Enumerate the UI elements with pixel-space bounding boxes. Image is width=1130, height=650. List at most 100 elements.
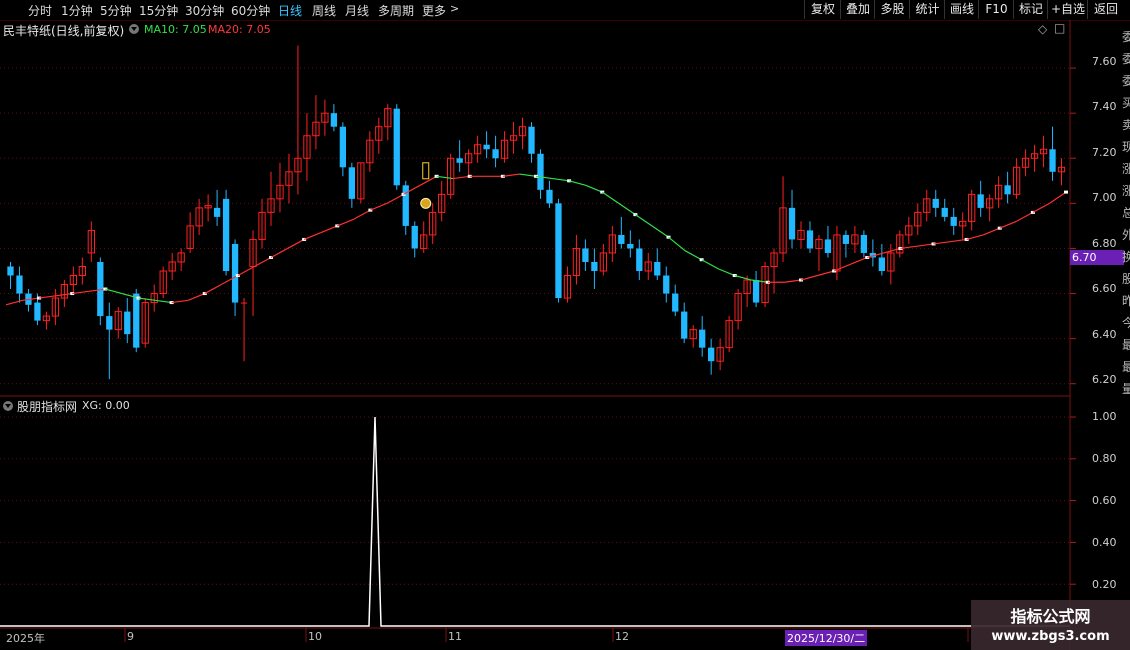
- candle-body: [806, 230, 814, 249]
- candle-body: [950, 216, 957, 226]
- candle-body: [240, 302, 248, 304]
- ma-segment: [287, 238, 305, 249]
- ma-segment: [1032, 202, 1050, 213]
- candle-body: [932, 198, 939, 208]
- signal-box: [422, 162, 430, 180]
- candle-body: [456, 158, 463, 163]
- chart-grid: [0, 20, 1076, 650]
- side-panel-label: 今: [1122, 316, 1130, 330]
- ma-segment: [684, 250, 702, 261]
- ma-segment: [519, 173, 537, 177]
- watermark-url: www.zbgs3.com: [991, 629, 1110, 644]
- candle-body: [34, 302, 41, 321]
- candle-body: [591, 261, 598, 271]
- candle-body: [555, 203, 562, 299]
- ma-segment: [171, 299, 189, 304]
- ma-segment: [784, 279, 802, 283]
- ma-segment: [337, 218, 355, 227]
- candle-body: [231, 243, 239, 303]
- watermark-title: 指标公式网: [1010, 607, 1091, 626]
- ma-segment: [270, 247, 288, 258]
- ma-segment: [187, 292, 205, 301]
- ma-segment: [717, 268, 735, 277]
- candle-body: [106, 316, 113, 330]
- ma-segment: [933, 241, 951, 245]
- candle-body: [393, 108, 400, 186]
- crosshair-date-label: 2025/12/30/二: [785, 630, 868, 646]
- candle-body: [788, 207, 796, 240]
- candle-body: [1049, 149, 1056, 172]
- candle-body: [213, 207, 221, 217]
- ma-segment: [568, 180, 586, 186]
- candle-body: [681, 311, 688, 339]
- candle-body: [627, 243, 634, 249]
- price-tick: 7.40: [1092, 100, 1117, 113]
- candle-body: [654, 261, 661, 276]
- side-panel-label: 现: [1122, 140, 1130, 154]
- price-tick: 6.40: [1092, 328, 1117, 341]
- price-tick: 6.20: [1092, 373, 1117, 386]
- ma-marker: [1064, 190, 1068, 194]
- x-axis-label: 2025年: [6, 632, 45, 645]
- candle-body: [528, 126, 535, 154]
- side-panel-label: 总: [1122, 206, 1130, 220]
- signal-coin-icon: [420, 197, 432, 209]
- candle-body: [977, 194, 984, 208]
- xg-signal-line: [0, 416, 1070, 627]
- indicator-tick: 0.40: [1092, 536, 1117, 549]
- ma-segment: [386, 193, 404, 204]
- indicator-tick: 0.20: [1092, 578, 1117, 591]
- current-price-tag: 6.70: [1070, 250, 1124, 265]
- candle-body: [222, 198, 230, 271]
- ma-segment: [552, 177, 570, 182]
- chevron-down-icon[interactable]: [3, 401, 13, 411]
- side-panel-label: 换: [1122, 250, 1130, 264]
- ma-segment: [353, 209, 371, 220]
- indicator-value: XG: 0.00: [82, 399, 130, 412]
- side-panel-label: 股: [1122, 272, 1130, 286]
- x-axis-label: 11: [448, 630, 462, 643]
- candle-body: [492, 149, 499, 159]
- ma-segment: [618, 202, 636, 216]
- ma-segment: [800, 274, 818, 281]
- side-panel-label: 最: [1122, 360, 1130, 374]
- ma-segment: [370, 202, 388, 211]
- side-panel-label: 委: [1122, 52, 1130, 66]
- ma-segment: [999, 220, 1017, 229]
- side-panel-label: 卖: [1122, 118, 1130, 132]
- candle-body: [618, 234, 625, 244]
- ma-segment: [651, 225, 669, 238]
- price-chart[interactable]: [0, 0, 1130, 650]
- side-panel-label: 买: [1122, 96, 1130, 110]
- candle-body: [339, 126, 347, 168]
- price-tick: 7.60: [1092, 55, 1117, 68]
- ma-segment: [320, 225, 338, 234]
- candle-body: [672, 293, 679, 312]
- candle-body: [133, 293, 140, 348]
- ma-segment: [982, 227, 1000, 236]
- indicator-tick: 0.80: [1092, 452, 1117, 465]
- candle-body: [411, 225, 418, 249]
- ma-segment: [5, 299, 23, 306]
- candle-body: [16, 275, 23, 294]
- ma-segment: [966, 234, 984, 241]
- price-tick: 7.20: [1092, 146, 1117, 159]
- candle-body: [663, 275, 670, 294]
- ma-segment: [204, 284, 222, 295]
- ma-segment: [105, 288, 123, 295]
- side-panel-label: 涨: [1122, 162, 1130, 176]
- ma-segment: [883, 247, 901, 254]
- indicator-series: [0, 416, 1070, 627]
- candle-body: [1004, 185, 1011, 195]
- price-tick: 6.60: [1092, 282, 1117, 295]
- candle-body: [483, 144, 490, 150]
- candle-body: [752, 280, 760, 303]
- candle-body: [878, 257, 885, 271]
- ma-segment: [635, 214, 653, 227]
- candle-body: [7, 266, 14, 276]
- side-panel-label: 昨: [1122, 294, 1130, 308]
- side-panel-label: 量: [1122, 382, 1130, 396]
- price-tick: 6.80: [1092, 237, 1117, 250]
- side-panel-label: 委: [1122, 74, 1130, 88]
- ma-segment: [850, 256, 868, 265]
